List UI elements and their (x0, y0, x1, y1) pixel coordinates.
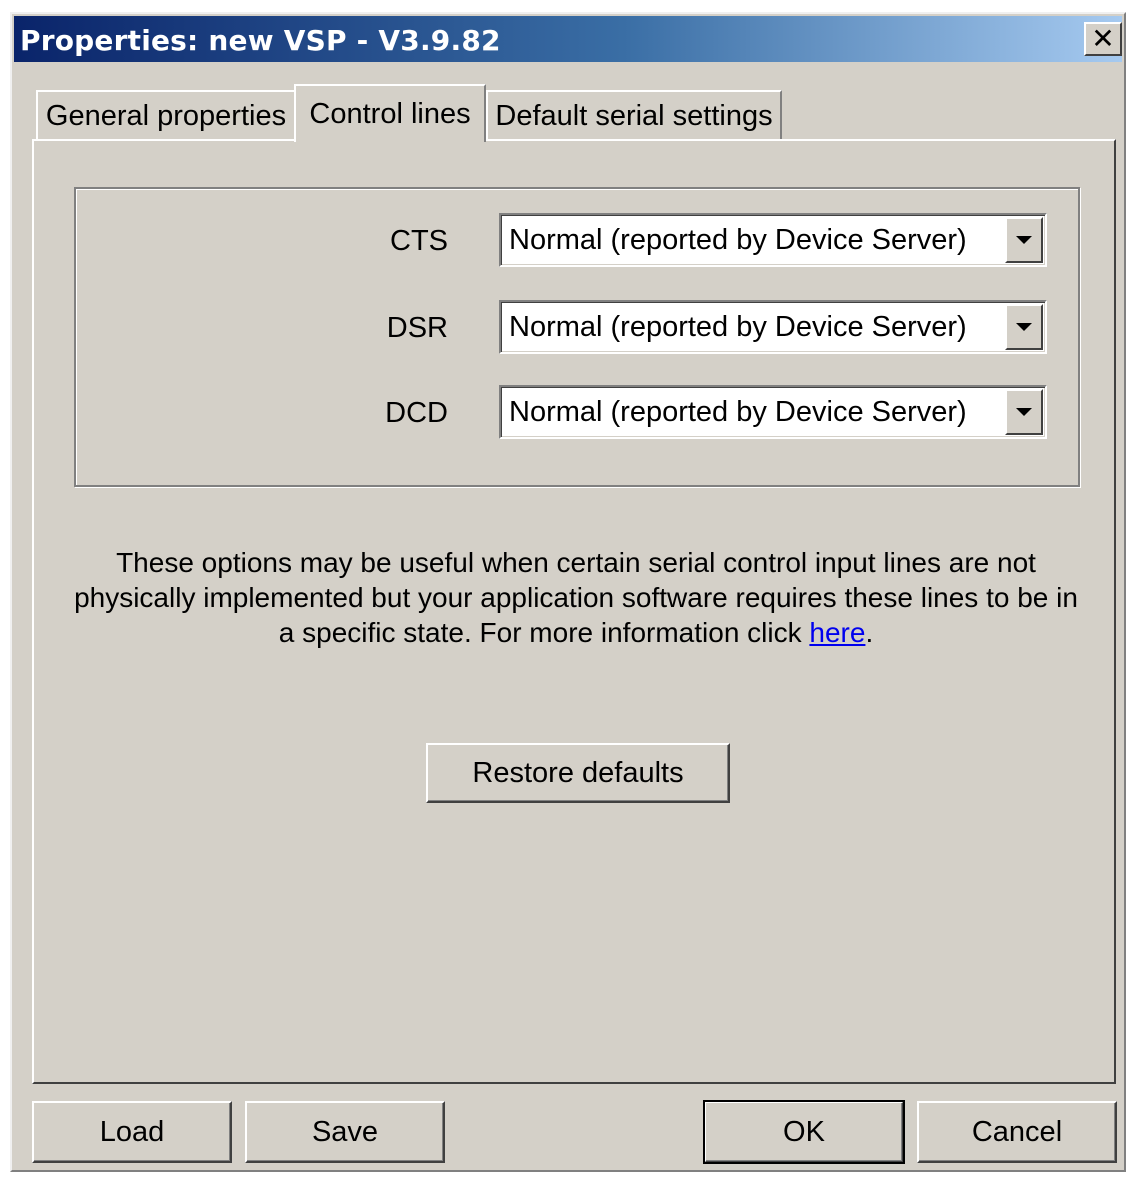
tab-default-serial-settings[interactable]: Default serial settings (486, 90, 782, 140)
dsr-dropdown-button[interactable] (1005, 304, 1043, 350)
info-suffix: . (865, 617, 874, 648)
dsr-label: DSR (386, 312, 448, 344)
save-button[interactable]: Save (245, 1101, 445, 1163)
chevron-down-icon (1016, 236, 1032, 244)
dcd-label: DCD (385, 397, 448, 429)
chevron-down-icon (1016, 323, 1032, 331)
cts-value: Normal (reported by Device Server) (509, 224, 967, 256)
dcd-value: Normal (reported by Device Server) (509, 396, 967, 428)
tab-general-properties[interactable]: General properties (36, 90, 296, 140)
ok-label: OK (783, 1115, 825, 1148)
save-label: Save (311, 1115, 379, 1148)
info-text: These options may be useful when certain… (68, 545, 1084, 650)
dsr-select[interactable]: Normal (reported by Device Server) (499, 300, 1047, 354)
dcd-dropdown-button[interactable] (1005, 389, 1043, 435)
close-button[interactable]: ✕ (1084, 22, 1122, 56)
more-info-link[interactable]: here (809, 617, 865, 648)
tab-label: Default serial settings (495, 99, 773, 132)
cancel-button[interactable]: Cancel (917, 1101, 1117, 1163)
cts-label: CTS (390, 225, 448, 257)
load-label: Load (99, 1115, 165, 1148)
dcd-select[interactable]: Normal (reported by Device Server) (499, 385, 1047, 439)
tab-label: General properties (45, 99, 287, 132)
dsr-value: Normal (reported by Device Server) (509, 311, 967, 343)
restore-defaults-button[interactable]: Restore defaults (426, 743, 730, 803)
close-icon: ✕ (1091, 22, 1115, 55)
tab-label: Control lines (309, 97, 471, 130)
ok-button[interactable]: OK (703, 1100, 905, 1164)
control-lines-panel: CTS Normal (reported by Device Server) D… (32, 139, 1116, 1084)
window-title: Properties: new VSP - V3.9.82 (20, 24, 501, 57)
restore-defaults-label: Restore defaults (472, 756, 684, 789)
cancel-label: Cancel (971, 1115, 1063, 1148)
tab-control-lines[interactable]: Control lines (294, 84, 486, 142)
load-button[interactable]: Load (32, 1101, 232, 1163)
cts-dropdown-button[interactable] (1005, 217, 1043, 263)
properties-dialog: Properties: new VSP - V3.9.82 ✕ General … (10, 12, 1126, 1172)
title-bar[interactable]: Properties: new VSP - V3.9.82 ✕ (14, 16, 1122, 62)
chevron-down-icon (1016, 408, 1032, 416)
cts-select[interactable]: Normal (reported by Device Server) (499, 213, 1047, 267)
info-body: These options may be useful when certain… (74, 547, 1078, 648)
